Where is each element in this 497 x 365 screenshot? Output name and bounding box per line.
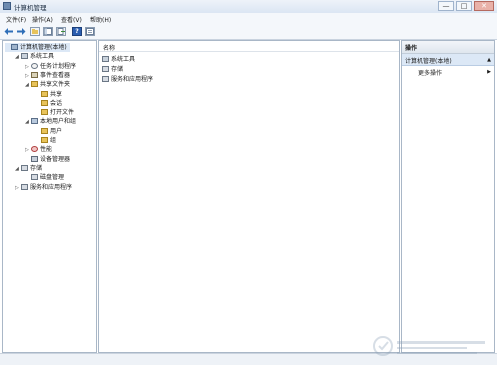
list-item[interactable]: 系统工具 xyxy=(102,55,135,64)
tree-item[interactable]: ◢ 共享文件夹 xyxy=(25,80,70,89)
list-item-label: 服务和应用程序 xyxy=(111,76,154,83)
tree-item[interactable]: ▷ 事件查看器 xyxy=(25,71,70,80)
tree-pane: 计算机管理(本地) ◢ 系统工具 ▷ 任务计划程序 ▷ 事件查看器 ◢ 共享文件夹 共享 会话打开文… xyxy=(2,40,97,353)
actions-title: 操作 xyxy=(405,45,418,52)
tree-item[interactable]: 组 xyxy=(35,136,56,145)
list-item-label: 系统工具 xyxy=(111,56,136,63)
collapse-arrow-icon[interactable]: ▲ xyxy=(487,57,491,63)
tree-item-label: 设备管理器 xyxy=(40,155,71,163)
show-hide-tree-icon[interactable] xyxy=(43,27,53,36)
performance-icon xyxy=(31,146,38,153)
up-level-icon[interactable] xyxy=(30,27,40,36)
list-item[interactable]: 存储 xyxy=(102,65,123,74)
list-item-label: 存储 xyxy=(111,66,124,73)
shared-folder-icon xyxy=(31,81,38,88)
actions-section-title: 计算机管理(本地) xyxy=(405,58,452,65)
event-viewer-icon xyxy=(31,71,38,78)
tools-icon xyxy=(102,56,109,62)
window-title: 计算机管理 xyxy=(14,4,47,12)
share-icon xyxy=(41,90,48,97)
tree-item[interactable]: 用户 xyxy=(35,127,62,136)
maximize-button[interactable]: □ xyxy=(456,1,472,11)
tree-item-label: 组 xyxy=(50,137,57,144)
menu-action[interactable]: 操作(A) xyxy=(32,15,53,24)
services-icon xyxy=(102,76,109,82)
list-item[interactable]: 服务和应用程序 xyxy=(102,75,153,84)
tree-item[interactable]: 设备管理器 xyxy=(25,155,70,164)
device-manager-icon xyxy=(31,155,38,162)
tree-item-label: 共享 xyxy=(50,90,63,98)
tree-item-label: 磁盘管理 xyxy=(40,174,65,182)
users-icon xyxy=(31,118,38,125)
open-file-icon xyxy=(41,109,48,116)
tree-item[interactable]: ◢ 系统工具 xyxy=(15,52,54,61)
export-list-icon[interactable] xyxy=(56,27,66,36)
help-icon[interactable]: ? xyxy=(72,27,82,36)
tree-item[interactable]: ▷ 任务计划程序 xyxy=(25,62,76,71)
tree-item[interactable]: ◢ 存储 xyxy=(15,164,42,173)
tree-item-label: 事件查看器 xyxy=(40,71,71,79)
back-arrow-icon[interactable] xyxy=(4,27,14,36)
tree-item[interactable]: ◢ 本地用户和组 xyxy=(25,117,76,126)
actions-pane: 操作 计算机管理(本地) ▲ 更多操作 ▶ xyxy=(401,40,495,353)
clock-icon xyxy=(31,62,38,69)
tree-item-label: 系统工具 xyxy=(30,53,55,61)
storage-icon xyxy=(21,164,28,171)
tree-item-label: 本地用户和组 xyxy=(40,118,77,126)
services-icon xyxy=(21,183,28,190)
more-actions-item[interactable]: 更多操作 ▶ xyxy=(402,67,494,77)
tree-item[interactable]: 会话 xyxy=(35,99,62,108)
tree-item-label: 共享文件夹 xyxy=(40,81,71,89)
session-icon xyxy=(41,99,48,106)
minimize-button[interactable]: — xyxy=(438,1,454,11)
folder-icon xyxy=(41,137,48,143)
tree-item-label: 计算机管理(本地) xyxy=(20,44,67,51)
list-header[interactable]: 名称 xyxy=(99,41,399,52)
tree-item[interactable]: 共享 xyxy=(35,90,62,99)
menu-help[interactable]: 帮助(H) xyxy=(90,15,111,24)
tree-item[interactable]: 磁盘管理 xyxy=(25,173,64,182)
actions-section-computer-management[interactable]: 计算机管理(本地) ▲ xyxy=(402,54,494,66)
disk-icon xyxy=(31,174,38,181)
menu-view[interactable]: 查看(V) xyxy=(61,15,82,24)
tree-item-label: 任务计划程序 xyxy=(40,62,77,70)
tree-item-label: 存储 xyxy=(30,164,43,172)
computer-management-icon xyxy=(3,2,11,10)
submenu-arrow-icon: ▶ xyxy=(487,69,491,75)
menu-file[interactable]: 文件(F) xyxy=(6,15,26,24)
column-name-header: 名称 xyxy=(103,45,116,52)
actions-header: 操作 xyxy=(402,41,494,54)
tree-item-label: 打开文件 xyxy=(50,109,75,117)
tree-item[interactable]: 计算机管理(本地) xyxy=(5,43,70,52)
tools-icon xyxy=(21,53,28,60)
content-pane: 名称 系统工具存储服务和应用程序 xyxy=(98,40,400,353)
tree-item[interactable]: ▷ 服务和应用程序 xyxy=(15,183,72,192)
folder-icon xyxy=(41,127,48,134)
computer-icon xyxy=(11,44,18,50)
storage-icon xyxy=(102,66,109,72)
tree-item[interactable]: ▷ 性能 xyxy=(25,145,52,154)
tree-item-label: 性能 xyxy=(40,146,53,154)
tree-item-label: 服务和应用程序 xyxy=(30,183,73,191)
forward-arrow-icon[interactable] xyxy=(16,27,26,36)
tree-item-label: 会话 xyxy=(50,99,63,107)
tree-item[interactable]: 打开文件 xyxy=(35,108,74,117)
title-bar: 计算机管理 — □ ✕ xyxy=(0,0,497,14)
properties-icon[interactable] xyxy=(85,27,95,36)
more-actions-label: 更多操作 xyxy=(418,70,443,77)
close-button[interactable]: ✕ xyxy=(474,1,494,11)
toolbar: ? xyxy=(0,24,497,40)
tree-item-label: 用户 xyxy=(50,127,63,135)
watermark-logo xyxy=(373,336,485,356)
